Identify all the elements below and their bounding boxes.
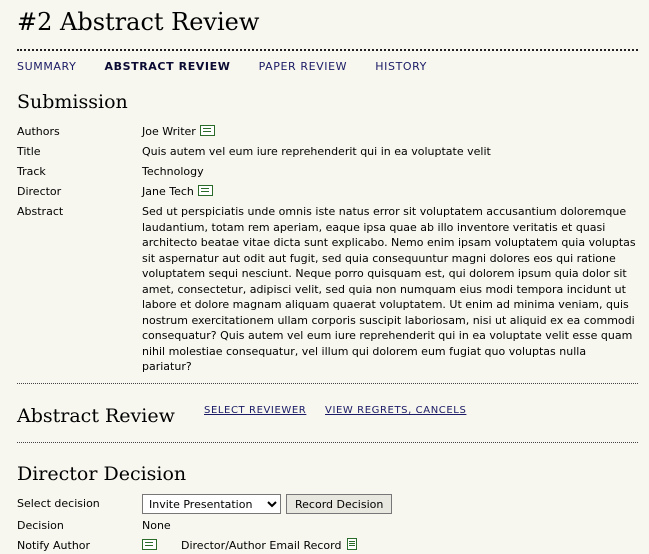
- abstract-review-heading: Abstract Review: [17, 405, 175, 427]
- submission-heading: Submission: [17, 91, 128, 113]
- title-divider: [17, 49, 638, 51]
- select-reviewer-link[interactable]: SELECT REVIEWER: [204, 405, 306, 416]
- decision-value: None: [142, 519, 171, 532]
- tab-paper-review[interactable]: PAPER REVIEW: [259, 60, 348, 73]
- decision-label: Decision: [17, 519, 64, 532]
- track-value: Technology: [142, 165, 204, 178]
- authors-label: Authors: [17, 125, 60, 138]
- author-name: Joe Writer: [142, 125, 196, 138]
- track-label: Track: [17, 165, 46, 178]
- notify-author-value: Director/Author Email Record: [142, 538, 637, 554]
- abstract-label: Abstract: [17, 205, 64, 218]
- tab-summary[interactable]: SUMMARY: [17, 60, 76, 73]
- director-name: Jane Tech: [142, 185, 194, 198]
- email-icon[interactable]: [199, 125, 215, 136]
- email-icon[interactable]: [142, 539, 157, 550]
- email-record-label: Director/Author Email Record: [181, 539, 342, 552]
- notify-author-label: Notify Author: [17, 539, 91, 552]
- tab-bar: SUMMARY ABSTRACT REVIEW PAPER REVIEW HIS…: [17, 60, 451, 73]
- director-label: Director: [17, 185, 62, 198]
- view-regrets-link[interactable]: VIEW REGRETS, CANCELS: [325, 405, 466, 416]
- document-icon[interactable]: [347, 538, 358, 550]
- director-value: Jane Tech: [142, 184, 637, 200]
- title-label: Title: [17, 145, 41, 158]
- select-decision-label: Select decision: [17, 497, 100, 510]
- section-divider: [17, 442, 638, 443]
- page-title: #2 Abstract Review: [17, 8, 260, 36]
- section-divider: [17, 383, 638, 384]
- abstract-value: Sed ut perspiciatis unde omnis iste natu…: [142, 205, 636, 373]
- director-decision-heading: Director Decision: [17, 463, 187, 485]
- record-decision-button[interactable]: Record Decision: [286, 494, 393, 514]
- tab-abstract-review[interactable]: ABSTRACT REVIEW: [105, 60, 231, 73]
- email-icon[interactable]: [197, 185, 213, 196]
- title-value: Quis autem vel eum iure reprehenderit qu…: [142, 145, 491, 158]
- tab-history[interactable]: HISTORY: [375, 60, 427, 73]
- authors-value: Joe Writer: [142, 124, 637, 140]
- decision-select[interactable]: Invite Presentation: [142, 494, 281, 514]
